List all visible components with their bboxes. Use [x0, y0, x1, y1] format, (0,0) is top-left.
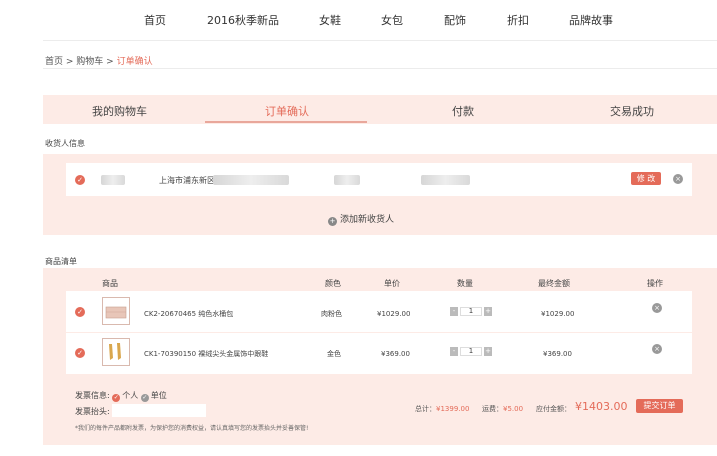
nav-item-home[interactable]: 首页 — [144, 12, 166, 28]
qty-input[interactable]: 1 — [460, 347, 482, 356]
total-label: 总计： — [415, 405, 436, 413]
quantity-stepper: -1 + — [450, 347, 492, 357]
product-price: ¥1029.00 — [377, 310, 411, 318]
nav-item-shoes[interactable]: 女鞋 — [319, 12, 341, 28]
remove-item-icon[interactable]: × — [652, 344, 662, 354]
shoes-icon — [109, 343, 121, 360]
quantity-stepper: -1 + — [450, 307, 492, 317]
nav-item-discount[interactable]: 折扣 — [507, 12, 529, 28]
nav-item-brand-story[interactable]: 品牌故事 — [569, 12, 613, 28]
total-amount: 总计：¥1399.00 — [415, 404, 469, 414]
payable-label: 应付金额： — [536, 405, 571, 413]
shipping-label: 运费： — [482, 405, 503, 413]
submit-order-button[interactable]: 提交订单 — [636, 399, 683, 413]
breadcrumb-home[interactable]: 首页 — [45, 57, 63, 67]
invoice-info: 发票信息: ✓ 个人 ✓ 单位 — [75, 390, 167, 402]
invoice-personal-option[interactable]: ✓ 个人 — [112, 391, 139, 402]
header-operation: 操作 — [647, 279, 663, 288]
invoice-title-input[interactable] — [112, 404, 206, 417]
qty-minus-button[interactable]: - — [450, 307, 458, 316]
product-thumbnail-shoes[interactable] — [102, 338, 130, 366]
bag-icon — [105, 306, 127, 319]
qty-plus-button[interactable]: + — [484, 347, 492, 356]
header-total: 最终金额 — [538, 279, 570, 288]
step-order-confirm: 订单确认 — [265, 105, 309, 118]
breadcrumb-sep: > — [63, 57, 77, 67]
header-price: 单价 — [384, 279, 400, 288]
product-thumbnail-bag[interactable] — [102, 297, 130, 325]
step-success: 交易成功 — [610, 105, 654, 118]
invoice-company-option[interactable]: ✓ 单位 — [140, 391, 167, 402]
invoice-note: *我们的每件产品都附发票，为保护您的消费权益，请认真填写您的发票抬头并妥善保管! — [75, 425, 309, 432]
active-step-underline — [205, 121, 367, 123]
product-name[interactable]: CK2-20670465 纯色水桶包 — [144, 309, 233, 319]
breadcrumb: 首页 > 购物车 > 订单确认 — [45, 54, 153, 67]
breadcrumb-current: 订单确认 — [116, 57, 153, 67]
total-value: ¥1399.00 — [436, 405, 470, 413]
invoice-title-label: 发票抬头: — [75, 407, 110, 416]
breadcrumb-divider — [43, 68, 717, 69]
nav-divider — [43, 40, 717, 41]
invoice-label: 发票信息: — [75, 391, 110, 400]
plus-circle-icon: + — [328, 217, 337, 226]
blurred-name — [101, 175, 125, 185]
qty-plus-button[interactable]: + — [484, 307, 492, 316]
product-total: ¥1029.00 — [541, 310, 575, 318]
product-name[interactable]: CK1-70390150 裸绒尖头金属饰中跟鞋 — [144, 349, 268, 359]
blurred-zip — [334, 175, 360, 185]
product-color: 金色 — [327, 350, 341, 358]
edit-address-button[interactable]: 修 改 — [631, 172, 661, 185]
radio-unchecked-icon: ✓ — [140, 394, 149, 402]
invoice-personal-label: 个人 — [122, 391, 139, 400]
row-check-icon[interactable]: ✓ — [75, 307, 85, 317]
consignee-section-title: 收货人信息 — [45, 139, 85, 148]
nav-item-autumn-2016[interactable]: 2016秋季新品 — [207, 12, 279, 28]
goods-section-title: 商品清单 — [45, 257, 77, 266]
blurred-address — [213, 175, 289, 185]
checkout-steps: 我的购物车 订单确认 付款 交易成功 — [43, 95, 717, 124]
address-text: 上海市浦东新区 — [159, 176, 215, 185]
step-my-cart: 我的购物车 — [92, 105, 147, 118]
header-color: 颜色 — [325, 279, 341, 288]
invoice-company-label: 单位 — [150, 391, 167, 400]
qty-minus-button[interactable]: - — [450, 347, 458, 356]
nav-item-accessories[interactable]: 配饰 — [444, 12, 466, 28]
shipping-fee: 运费：¥5.00 — [482, 404, 523, 414]
add-consignee-label: 添加新收货人 — [340, 215, 395, 225]
product-color: 肉粉色 — [321, 310, 342, 318]
nav-item-bags[interactable]: 女包 — [381, 12, 403, 28]
step-payment: 付款 — [452, 105, 474, 118]
selected-check-icon[interactable]: ✓ — [75, 175, 85, 185]
remove-item-icon[interactable]: × — [652, 303, 662, 313]
delete-address-icon[interactable]: × — [673, 174, 683, 184]
shipping-value: ¥5.00 — [503, 405, 524, 413]
qty-input[interactable]: 1 — [460, 307, 482, 316]
payable-amount: ¥1403.00 — [575, 400, 628, 413]
header-product: 商品 — [102, 279, 118, 288]
row-check-icon[interactable]: ✓ — [75, 348, 85, 358]
breadcrumb-cart[interactable]: 购物车 — [76, 57, 103, 67]
top-nav: 首页 2016秋季新品 女鞋 女包 配饰 折扣 品牌故事 — [0, 0, 717, 38]
header-qty: 数量 — [457, 279, 473, 288]
blurred-phone — [421, 175, 470, 185]
breadcrumb-sep: > — [103, 57, 117, 67]
add-consignee-button[interactable]: + 添加新收货人 — [328, 212, 394, 226]
product-price: ¥369.00 — [381, 350, 410, 358]
product-total: ¥369.00 — [543, 350, 572, 358]
radio-checked-icon: ✓ — [112, 394, 121, 402]
